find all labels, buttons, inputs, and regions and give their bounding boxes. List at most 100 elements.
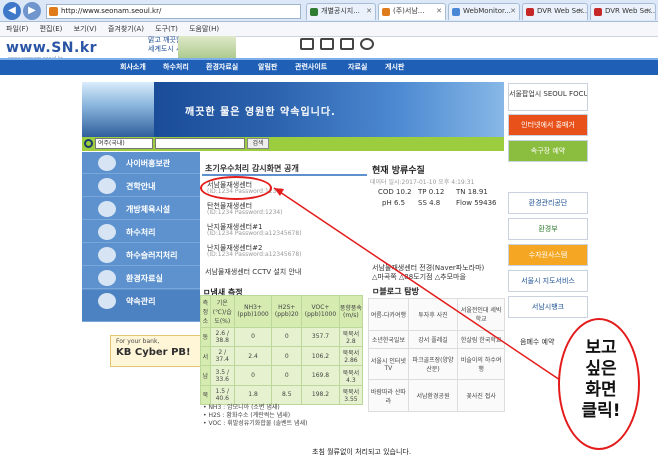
blog-link[interactable]: 꽃사진 접사: [457, 379, 505, 412]
blog-link[interactable]: 서남환경공원: [407, 379, 459, 412]
browser-tab[interactable]: DVR Web Se... ✕: [590, 3, 656, 20]
menu-tools[interactable]: 도구(T): [155, 25, 178, 33]
close-icon[interactable]: ✕: [578, 4, 584, 19]
menu-view[interactable]: 보기(V): [74, 25, 97, 33]
tab-label: 개별공시지...: [321, 7, 360, 15]
h2s-cell: 0: [271, 346, 303, 367]
table-row: 여름-다카여행 투자후 사진 서울전인대 세빅학교: [368, 298, 505, 331]
cctv-notice-link[interactable]: 서남물재생센터 CCTV 설치 안내: [205, 267, 301, 277]
menu-file[interactable]: 파일(F): [6, 25, 28, 33]
sewage-credentials: (ID:1234 Password:a12345678): [207, 230, 302, 237]
left-nav-item-promise[interactable]: 약속관리: [82, 290, 200, 322]
nav-archive[interactable]: 자료실: [348, 60, 367, 75]
wind-cell: 북북서 2.8: [338, 326, 364, 348]
blog-link[interactable]: 여름-다카여행: [368, 298, 409, 331]
monitor-icon[interactable]: [340, 38, 354, 50]
tab-label: (주)서남...: [393, 7, 425, 15]
blog-link[interactable]: 투자후 사진: [407, 298, 459, 331]
banner-waterfall-image: [82, 82, 154, 137]
left-nav-item-sludge[interactable]: 하수슬러지처리: [82, 244, 200, 266]
search-input[interactable]: [155, 138, 245, 149]
right-banner-seoul-focus[interactable]: 서울팝업시 SEOUL FOCUS: [508, 83, 588, 111]
annotation-line: 화면: [585, 380, 617, 400]
kb-banner-small-text: For your bank,: [116, 338, 160, 345]
nav-sewage[interactable]: 하수처리: [163, 60, 189, 75]
close-icon[interactable]: ✕: [646, 4, 652, 19]
blog-link[interactable]: 바람따라 산따라: [368, 379, 409, 412]
menu-help[interactable]: 도움말(H): [189, 25, 219, 33]
right-banner-ministry[interactable]: 환경부: [508, 218, 588, 240]
temp-cell: 2 / 37.4: [209, 346, 235, 367]
blog-link[interactable]: 파크골프장(양양산문): [407, 347, 459, 381]
left-nav-item-cyber[interactable]: 사이버홍보관: [82, 152, 200, 174]
back-arrow-icon[interactable]: ◀: [3, 2, 21, 20]
nav-company[interactable]: 회사소개: [120, 60, 146, 75]
left-nav-item-tour[interactable]: 견학안내: [82, 175, 200, 197]
sewage-icon: [98, 224, 116, 240]
close-icon[interactable]: ✕: [366, 4, 372, 19]
water-cod: COD 10.2: [378, 188, 412, 196]
column-header: 측정소: [200, 295, 211, 328]
home-icon[interactable]: [300, 38, 314, 50]
odor-note: • H2S : 황화수소 (계란썩는 냄새): [203, 412, 291, 419]
blog-link[interactable]: 서울시 인터넷TV: [368, 347, 409, 381]
right-banner-water[interactable]: 수자원사스템: [508, 244, 588, 266]
water-label: pH: [382, 199, 392, 207]
right-banner-seonam-bank[interactable]: 서남시뱅크: [508, 296, 588, 318]
forward-arrow-icon[interactable]: ▶: [23, 2, 41, 20]
search-button[interactable]: 검색: [247, 138, 269, 149]
left-nav-label: 견학안내: [126, 182, 156, 191]
browser-tab-active[interactable]: (주)서남... ✕: [378, 3, 446, 20]
water-label: Flow: [456, 199, 472, 207]
water-value: 4.8: [429, 199, 441, 207]
banner-text: 깨끗한 물은 영원한 약속입니다.: [185, 107, 336, 118]
nav-board[interactable]: 게시판: [385, 60, 404, 75]
tab-label: WebMonitor...: [463, 7, 511, 15]
h2s-cell: 0: [271, 326, 303, 348]
column-header: VOC+(ppb)1000: [301, 295, 340, 328]
tab-favicon-icon: [310, 8, 318, 16]
blog-link[interactable]: 한살림 한국학교: [457, 329, 505, 349]
nav-notice[interactable]: 알림판: [258, 60, 277, 75]
blog-link[interactable]: 비슬이의 하수여행: [457, 347, 505, 381]
left-nav-item-env-data[interactable]: 환경자료실: [82, 267, 200, 289]
browser-tab[interactable]: 개별공시지... ✕: [306, 3, 376, 20]
table-row: 소년한국일보 강서 플레길 한살림 한국학교: [368, 329, 505, 349]
table-row: 서 2 / 37.4 2.4 0 106.2 북북서 2.86: [200, 346, 364, 367]
water-ss: SS 4.8: [418, 199, 440, 207]
blog-link[interactable]: 서울전인대 세빅학교: [457, 298, 505, 331]
left-nav-item-sports[interactable]: 개방체육시설: [82, 198, 200, 220]
right-banner-env-corp[interactable]: 환경관리공단: [508, 192, 588, 214]
left-nav-label: 환경자료실: [126, 274, 163, 283]
menu-favorites[interactable]: 즐겨찾기(A): [108, 25, 144, 33]
tab-favicon-icon: [382, 8, 390, 16]
left-nav-item-sewage[interactable]: 하수처리: [82, 221, 200, 243]
temp-cell: 2.6 / 38.8: [209, 326, 235, 348]
browser-menubar: 파일(F) 편집(E) 보기(V) 즐겨찾기(A) 도구(T) 도움말(H): [0, 22, 658, 37]
nav-related[interactable]: 관련사이트: [295, 60, 327, 75]
nav-env-data[interactable]: 환경자료실: [206, 60, 238, 75]
h2s-cell: 0: [271, 365, 303, 386]
wind-cell: 북북서 2.86: [338, 346, 364, 367]
blog-link[interactable]: 강서 플레길: [407, 329, 459, 349]
close-icon[interactable]: ✕: [510, 4, 516, 19]
menu-edit[interactable]: 편집(E): [40, 25, 63, 33]
water-quality-timestamp: 데이터 일시:2017-01-10 오후 4:19:31: [370, 179, 475, 186]
blog-link[interactable]: 소년한국일보: [368, 329, 409, 349]
sitemap-icon[interactable]: [320, 38, 334, 50]
right-banner-reservation[interactable]: 속구장 예약: [508, 140, 588, 162]
right-banner-map[interactable]: 서울시 지도서비스: [508, 270, 588, 292]
right-banner-internet[interactable]: 인터넷에서 홍매거: [508, 114, 588, 136]
left-nav-label: 하수슬러지처리: [126, 251, 178, 260]
search-select[interactable]: 여주(국내): [95, 138, 153, 149]
browser-tab[interactable]: DVR Web Se... ✕: [522, 3, 588, 20]
panorama-sublinks[interactable]: △마곡쪽 △88도기점 △추모마을: [372, 272, 466, 282]
phone-icon[interactable]: [360, 38, 374, 50]
close-icon[interactable]: ✕: [436, 4, 442, 19]
address-bar[interactable]: http://www.seonam.seoul.kr/: [46, 4, 301, 19]
odor-notes: • NH3 : 암모니아 (소변 냄새) • H2S : 황화수소 (계란썩는 …: [203, 404, 307, 428]
odor-note: • NH3 : 암모니아 (소변 냄새): [203, 404, 280, 411]
browser-tab[interactable]: WebMonitor... ✕: [448, 3, 520, 20]
voc-cell: 106.2: [301, 346, 340, 367]
column-header: NH3+(ppb)1000: [233, 295, 273, 328]
